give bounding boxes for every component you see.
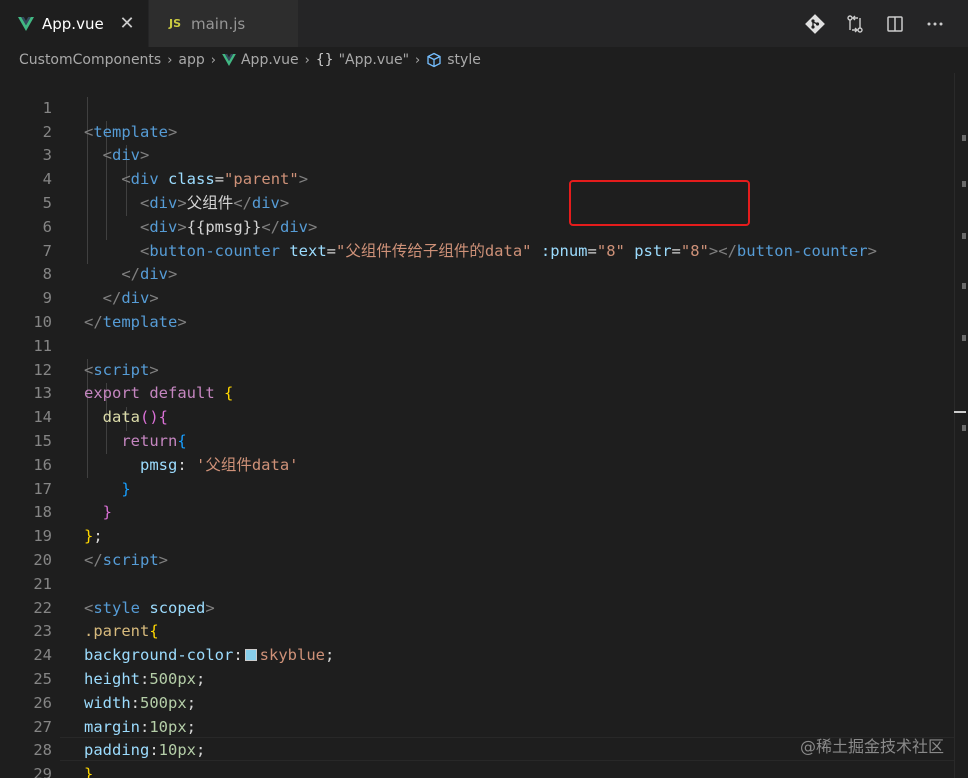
tab-app-vue[interactable]: App.vue ✕ <box>0 0 148 47</box>
ruler-mark <box>962 135 966 141</box>
ruler-mark <box>962 283 966 289</box>
compare-changes-icon[interactable] <box>844 13 866 35</box>
code-line: 9 </template> <box>0 263 968 331</box>
line-number: 29 <box>33 765 52 778</box>
tab-bar: App.vue ✕ JS main.js <box>0 0 968 47</box>
code-line: 18 }; <box>0 478 968 545</box>
code-line: 1 <template> <box>0 73 968 141</box>
code-line: 24 height:500px; <box>0 620 968 688</box>
code-line: 10 <box>0 287 968 331</box>
annotation-highlight-box <box>569 180 750 226</box>
breadcrumb: CustomComponents › app › App.vue › {} "A… <box>0 47 968 73</box>
code-line: 27 padding:10px; <box>0 692 968 760</box>
code-line: 23 background-color: skyblue; <box>0 597 968 664</box>
close-icon[interactable]: ✕ <box>118 13 136 34</box>
code-line: 16 } <box>0 430 968 498</box>
chevron-right-icon: › <box>167 52 173 68</box>
code-line: 17 } <box>0 454 968 522</box>
code-line: 22 .parent{ <box>0 573 968 641</box>
breadcrumb-item-symbol[interactable]: style <box>426 52 481 68</box>
split-editor-icon[interactable] <box>884 13 906 35</box>
cube-icon <box>426 52 442 68</box>
code-line: 21 <style scoped> <box>0 549 968 617</box>
code-line: 11 <script> <box>0 311 968 379</box>
ruler-mark <box>962 233 966 239</box>
chevron-right-icon: › <box>304 52 310 68</box>
code-line: 25 width:500px; <box>0 644 968 712</box>
code-line: 26 margin:10px; <box>0 668 968 736</box>
code-line: 8 </div> <box>0 240 968 307</box>
breadcrumb-label: style <box>447 52 481 68</box>
tab-label: App.vue <box>42 14 104 33</box>
curly-braces-icon: {} <box>315 52 334 68</box>
vue-icon <box>16 16 36 31</box>
js-icon: JS <box>168 17 181 30</box>
chevron-right-icon: › <box>415 52 421 68</box>
git-icon[interactable] <box>804 13 826 35</box>
chevron-right-icon: › <box>210 52 216 68</box>
code-line: 20 <box>0 525 968 569</box>
code-line: 5 <div>{{pmsg}}</div> <box>0 168 968 236</box>
ruler-mark <box>962 425 966 431</box>
code-line: 7 </div> <box>0 216 968 284</box>
code-line: 15 pmsg: '父组件data' <box>0 406 968 474</box>
breadcrumb-item-folder[interactable]: CustomComponents <box>19 52 161 68</box>
tab-main-js[interactable]: JS main.js <box>148 0 298 47</box>
overview-ruler-scrollbar[interactable] <box>954 73 968 778</box>
breadcrumb-label: App.vue <box>240 52 299 68</box>
tab-label: main.js <box>191 14 246 33</box>
breadcrumb-item-object[interactable]: {} "App.vue" <box>316 52 409 68</box>
vue-icon <box>222 54 236 66</box>
watermark-text: @稀土掘金技术社区 <box>799 737 944 756</box>
breadcrumb-label: "App.vue" <box>338 52 410 68</box>
ruler-mark <box>962 181 966 187</box>
breadcrumb-item-file[interactable]: App.vue <box>222 52 299 68</box>
code-line: 3 <div class="parent"> <box>0 121 968 188</box>
code-line: 6 <button-counter text="父组件传给子组件的data" :… <box>0 192 968 260</box>
code-line: 2 <div> <box>0 97 968 165</box>
breadcrumb-item-folder[interactable]: app <box>178 52 204 68</box>
more-actions-icon[interactable] <box>924 13 946 35</box>
ruler-mark <box>962 335 966 341</box>
code-line: 13 data(){ <box>0 359 968 426</box>
code-line: 4 <div>父组件</div> <box>0 144 968 212</box>
ruler-mark <box>954 411 966 413</box>
code-line: 19 </script> <box>0 501 968 569</box>
code-line: 14 return{ <box>0 382 968 450</box>
code-line: 12 export default { <box>0 335 968 403</box>
code-editor[interactable]: 1 <template> 2 <div> 3 <div class="paren… <box>0 73 968 778</box>
editor-actions <box>804 0 968 47</box>
